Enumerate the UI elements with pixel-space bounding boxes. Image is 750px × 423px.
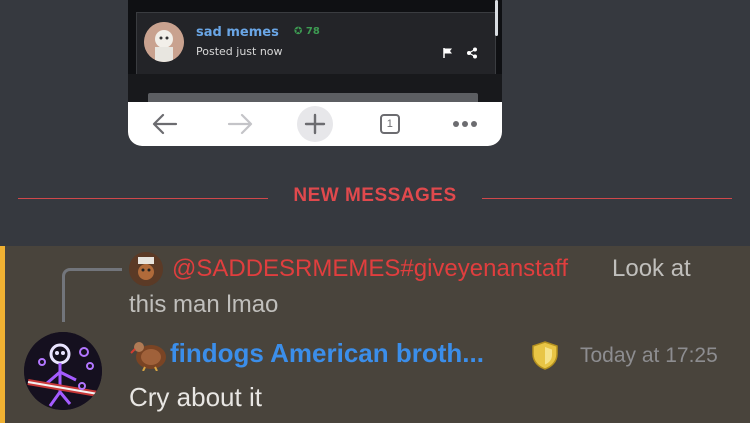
back-arrow-icon[interactable] <box>145 104 185 144</box>
embed-score-value: 78 <box>305 26 320 37</box>
new-messages-divider: NEW MESSAGES <box>293 185 457 206</box>
reply-preview-text-continued[interactable]: this man lmao <box>129 291 278 319</box>
turkey-emoji-icon <box>129 337 169 372</box>
more-dots-icon[interactable] <box>445 104 485 144</box>
new-messages-line-left <box>18 198 268 199</box>
new-tab-plus-icon <box>296 106 333 142</box>
new-messages-line-right <box>482 198 732 199</box>
upvote-icon: ✪ <box>294 26 306 37</box>
author-avatar[interactable] <box>24 332 102 410</box>
browser-toolbar: 1 <box>128 102 502 146</box>
author-name[interactable]: findogs American broth... <box>170 338 484 369</box>
mention-highlight-bar <box>0 246 5 423</box>
embed-avatar <box>144 22 184 62</box>
forward-arrow-icon[interactable] <box>220 104 260 144</box>
embed-username[interactable]: sad memes <box>196 25 279 40</box>
reply-preview-text[interactable]: Look at <box>612 255 691 283</box>
reply-avatar[interactable] <box>129 252 163 286</box>
embed-posted-time: Posted just now <box>196 45 283 58</box>
message-content[interactable]: Cry about it <box>129 382 262 413</box>
tab-count-icon: 1 <box>379 114 400 134</box>
share-icon[interactable] <box>466 44 478 63</box>
shield-badge-icon <box>530 340 560 370</box>
message-item[interactable]: @SADDESRMEMES#giveyenanstaff Look at thi… <box>0 246 750 423</box>
message-timestamp: Today at 17:25 <box>580 344 718 367</box>
flag-icon[interactable] <box>442 44 454 63</box>
embed-score: ✪ 78 <box>294 26 320 37</box>
reply-connector <box>62 268 122 322</box>
embedded-screenshot[interactable]: sad memes ✪ 78 Posted just now 1 <box>128 0 502 146</box>
reply-mention[interactable]: @SADDESRMEMES#giveyenanstaff <box>172 255 568 283</box>
new-tab-button[interactable] <box>295 104 335 144</box>
embed-scrollbar <box>495 0 498 36</box>
tab-count-button[interactable]: 1 <box>370 104 410 144</box>
